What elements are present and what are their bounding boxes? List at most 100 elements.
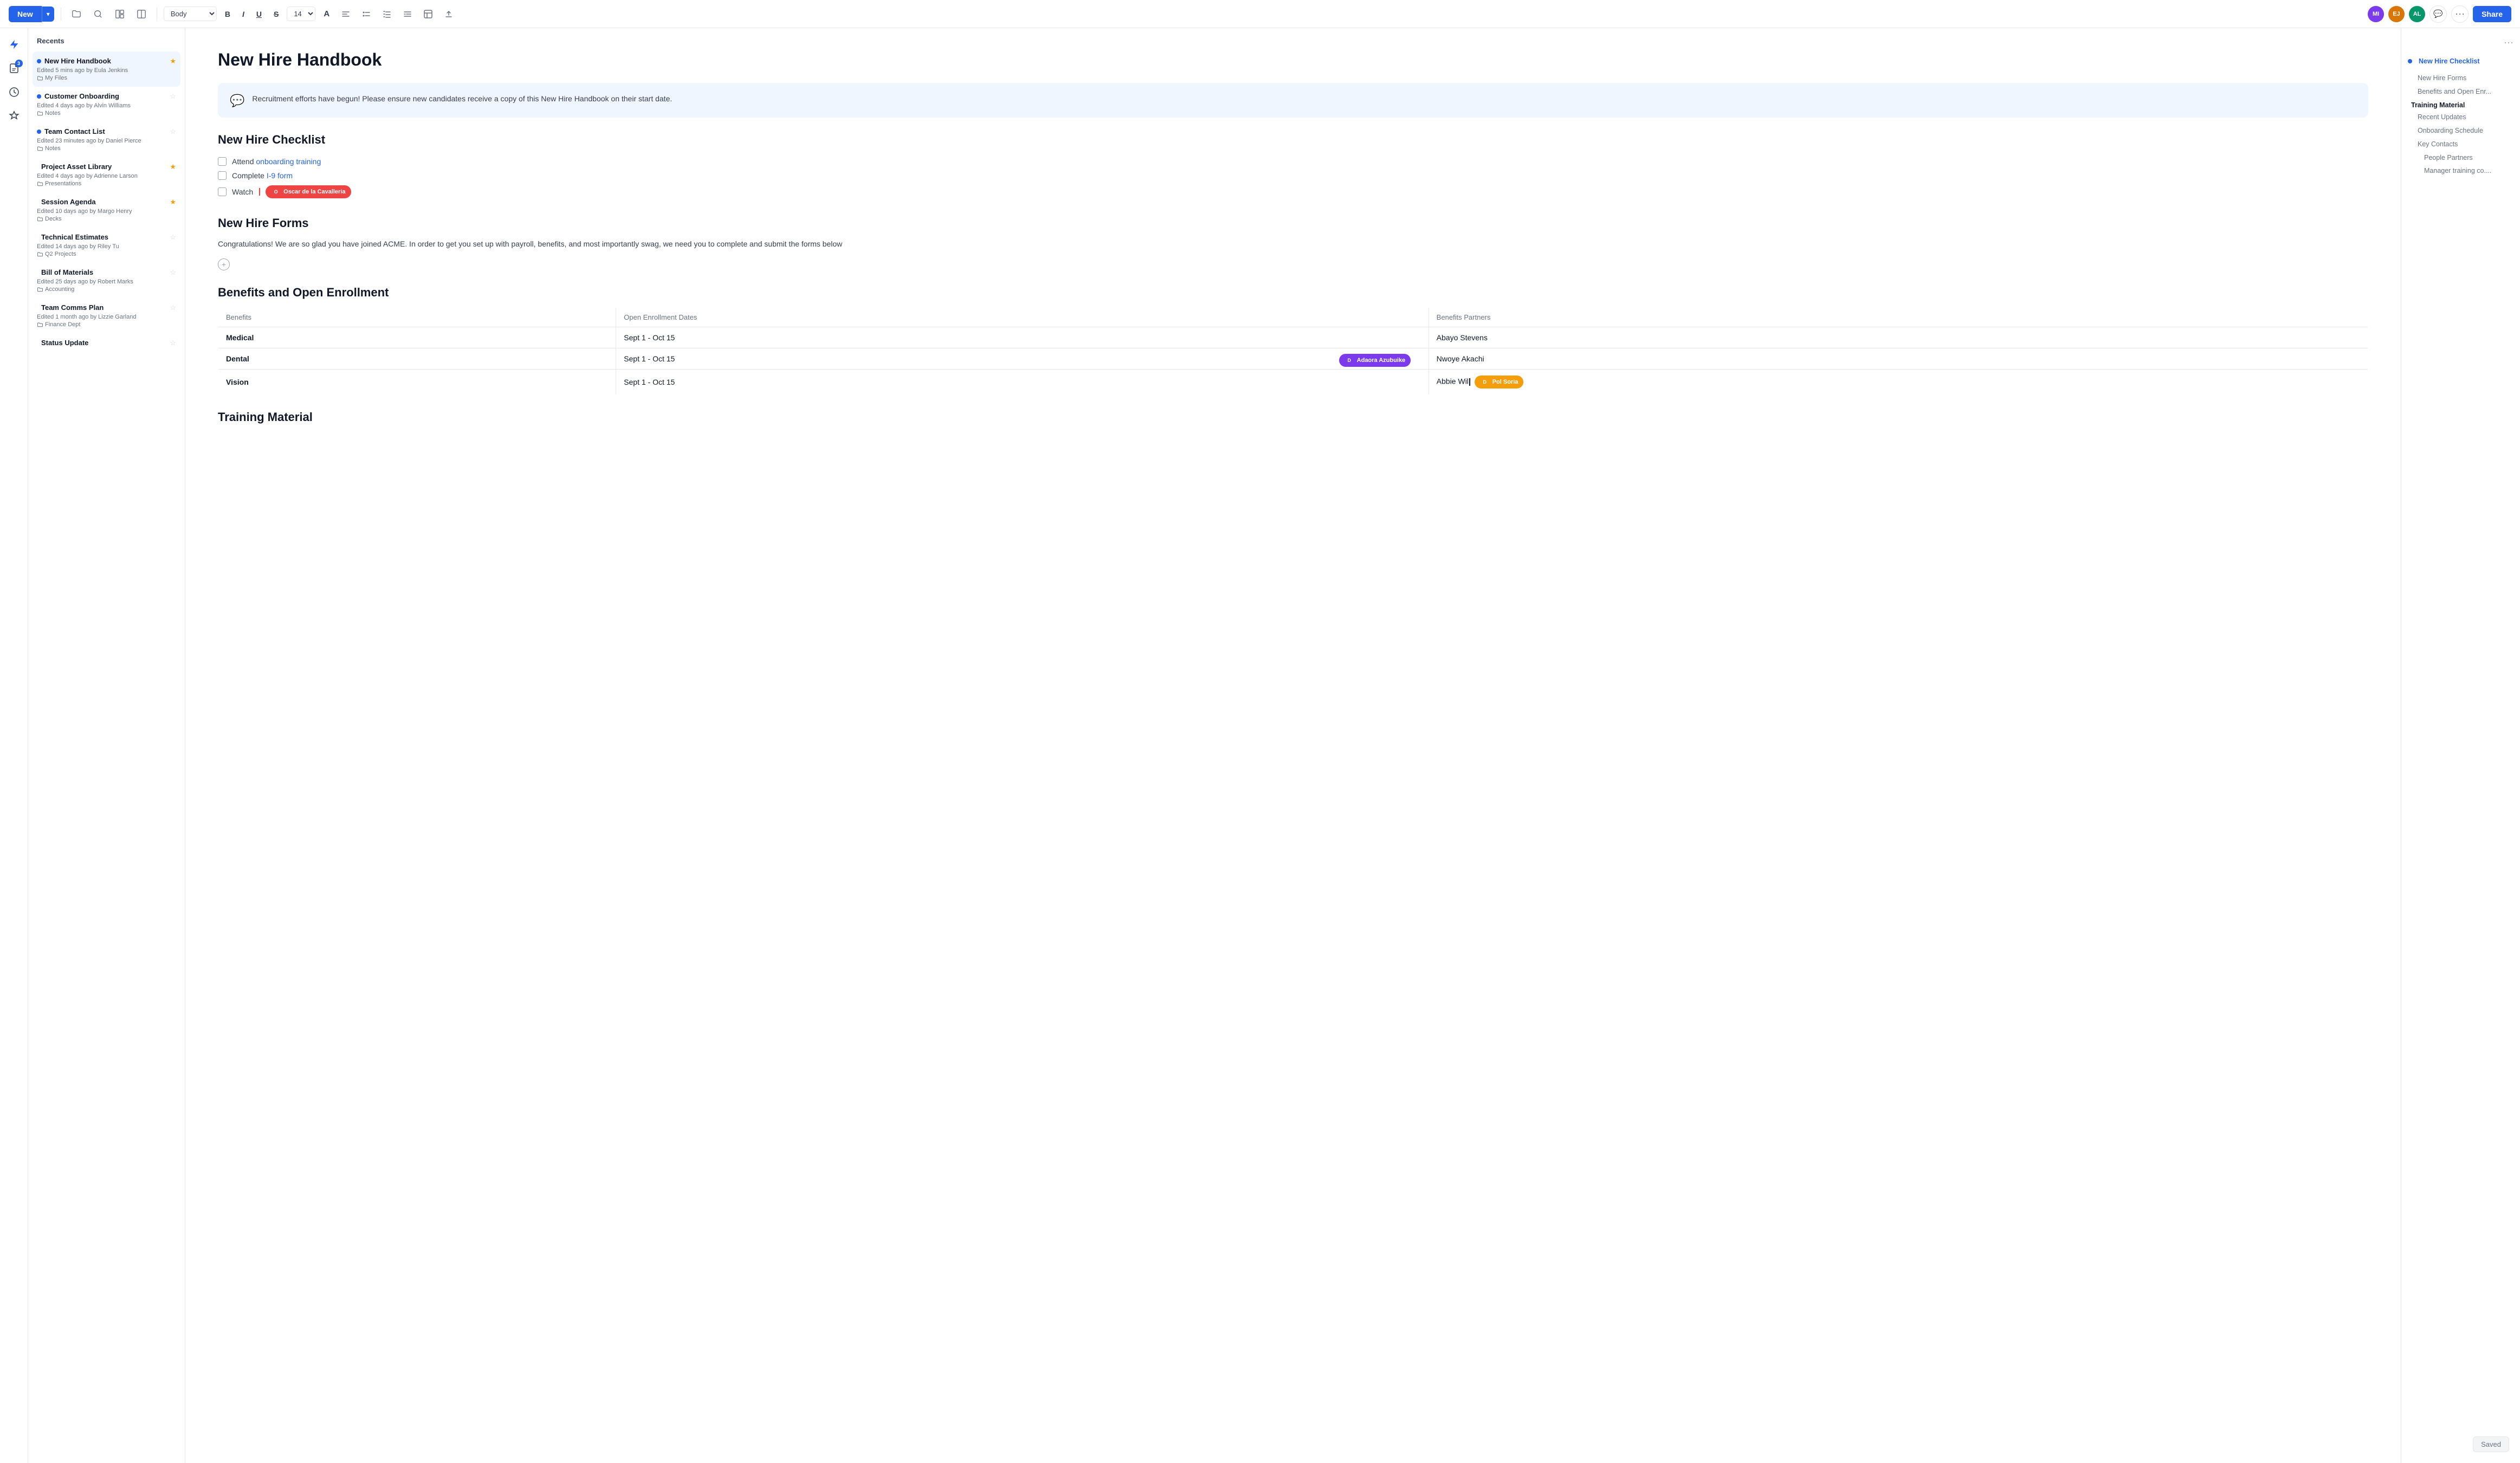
outline-item-forms[interactable]: New Hire Forms: [2408, 72, 2513, 85]
format-select[interactable]: Body Heading 1 Heading 2 Heading 3: [164, 7, 217, 21]
active-dot: [37, 94, 41, 99]
font-color-button[interactable]: A: [320, 7, 333, 21]
checklist-item-2: Complete I-9 form: [218, 169, 2368, 183]
clock-icon-button[interactable]: [4, 82, 24, 102]
outline-section-training: Training Material: [2408, 98, 2513, 111]
recent-item[interactable]: Bill of Materials ☆ Edited 25 days ago b…: [28, 263, 185, 298]
recent-item-star[interactable]: ★: [170, 163, 176, 171]
docs-icon-button[interactable]: 3: [4, 59, 24, 78]
recent-item-star-empty[interactable]: ☆: [170, 127, 176, 136]
cell-dental-dates: Sept 1 - Oct 15: [616, 348, 1429, 370]
recent-item[interactable]: Session Agenda ★ Edited 10 days ago by M…: [28, 192, 185, 228]
recent-item-name: Team Comms Plan: [41, 303, 170, 312]
new-dropdown-button[interactable]: ▾: [42, 7, 54, 22]
checkbox-3[interactable]: [218, 187, 227, 196]
checklist: Attend onboarding training Complete I-9 …: [218, 154, 2368, 201]
indent-icon: [403, 10, 412, 18]
recent-item-meta: Edited 1 month ago by Lizzie Garland: [37, 314, 176, 320]
recent-item-star-empty[interactable]: ☆: [170, 92, 176, 101]
recent-item-star[interactable]: ★: [170, 198, 176, 206]
outline-item-benefits[interactable]: Benefits and Open Enr...: [2408, 85, 2513, 99]
recent-item-folder: Accounting: [37, 286, 176, 293]
numbered-list-button[interactable]: [379, 7, 395, 21]
recent-item-star-empty[interactable]: ☆: [170, 303, 176, 312]
layout-icon-button[interactable]: [111, 7, 128, 22]
recent-item-folder: Notes: [37, 110, 176, 116]
col-benefits: Benefits: [218, 308, 616, 327]
outline-item-onboarding-schedule[interactable]: Onboarding Schedule: [2408, 124, 2513, 138]
bullet-list-icon: [362, 10, 371, 18]
content-area: New Hire Handbook 💬 Recruitment efforts …: [185, 28, 2401, 1463]
recent-item-star-empty[interactable]: ☆: [170, 268, 176, 277]
folder-icon: [37, 321, 43, 328]
recent-item-folder: Presentations: [37, 180, 176, 187]
bullet-list-button[interactable]: [358, 7, 374, 21]
recent-item[interactable]: Status Update ☆: [28, 333, 185, 353]
outline-item-people-partners[interactable]: People Partners: [2408, 151, 2513, 165]
recent-item[interactable]: Team Comms Plan ☆ Edited 1 month ago by …: [28, 298, 185, 333]
checklist-text-2: Complete I-9 form: [232, 171, 293, 180]
recent-item[interactable]: Project Asset Library ★ Edited 4 days ag…: [28, 157, 185, 192]
checkbox-2[interactable]: [218, 171, 227, 180]
strikethrough-button[interactable]: S: [270, 7, 282, 21]
recent-item-star[interactable]: ★: [170, 57, 176, 66]
checklist-item-3: Watch O Oscar de la Cavalleria: [218, 183, 2368, 201]
onboarding-training-link[interactable]: onboarding training: [256, 157, 321, 166]
cursor-oscar-avatar: O: [271, 187, 281, 197]
i9-form-link[interactable]: I-9 form: [267, 171, 293, 180]
font-size-select[interactable]: 14121618: [287, 7, 315, 21]
avatar-photo: EJ: [2388, 6, 2405, 22]
recent-item-star-empty[interactable]: ☆: [170, 339, 176, 347]
app-logo-button[interactable]: [4, 35, 24, 54]
cell-dental-partner: Nwoye Akachi: [1429, 348, 2368, 370]
outline-dot: [2408, 59, 2412, 63]
bold-button[interactable]: B: [221, 7, 234, 21]
training-heading: Training Material: [218, 410, 2368, 424]
table-button[interactable]: [420, 7, 436, 21]
folder-icon-button[interactable]: [68, 7, 85, 22]
recent-item-star-empty[interactable]: ☆: [170, 233, 176, 242]
indent-button[interactable]: [399, 7, 416, 21]
recents-title: Recents: [28, 37, 185, 51]
folder-icon: [37, 110, 43, 116]
table-body: Medical Sept 1 - Oct 15 Abayo Stevens De…: [218, 327, 2368, 395]
recent-item[interactable]: New Hire Handbook ★ Edited 5 mins ago by…: [33, 51, 180, 87]
recent-item-name: Customer Onboarding: [44, 92, 170, 100]
announcement-box: 💬 Recruitment efforts have begun! Please…: [218, 83, 2368, 118]
align-button[interactable]: [338, 7, 354, 21]
outline-item-manager-training[interactable]: Manager training co....: [2408, 164, 2513, 178]
announcement-text: Recruitment efforts have begun! Please e…: [252, 93, 672, 105]
outline-item-key-contacts[interactable]: Key Contacts: [2408, 138, 2513, 151]
add-row: +: [218, 258, 2368, 270]
star-icon-button[interactable]: [4, 106, 24, 126]
checkbox-1[interactable]: [218, 157, 227, 166]
cell-vision-dates: Sept 1 - Oct 15: [616, 370, 1429, 395]
outline-item-checklist[interactable]: New Hire Checklist: [2415, 55, 2483, 68]
more-formats-button[interactable]: [441, 7, 457, 21]
comments-button[interactable]: 💬: [2429, 5, 2447, 23]
checklist-text-1: Attend onboarding training: [232, 157, 321, 166]
italic-button[interactable]: I: [238, 7, 248, 21]
outline-more-button[interactable]: ···: [2504, 37, 2513, 48]
recent-item[interactable]: Technical Estimates ☆ Edited 14 days ago…: [28, 228, 185, 263]
checklist-text-3: Watch: [232, 187, 253, 196]
share-button[interactable]: Share: [2473, 6, 2511, 22]
sidebar-icons: 3: [0, 28, 28, 1463]
forms-heading: New Hire Forms: [218, 216, 2368, 230]
clock-icon: [9, 87, 20, 98]
underline-button[interactable]: U: [253, 7, 266, 21]
recent-item[interactable]: Customer Onboarding ☆ Edited 4 days ago …: [28, 87, 185, 122]
split-icon-button[interactable]: [133, 7, 150, 22]
numbered-list-icon: [383, 10, 391, 18]
recent-item[interactable]: Team Contact List ☆ Edited 23 minutes ag…: [28, 122, 185, 157]
folder-icon: [72, 9, 81, 19]
new-button[interactable]: New: [9, 6, 42, 22]
search-icon-button[interactable]: [89, 7, 107, 22]
active-dot: [37, 130, 41, 134]
add-content-button[interactable]: +: [218, 258, 230, 270]
more-options-button[interactable]: ···: [2451, 5, 2469, 23]
table-row-medical: Medical Sept 1 - Oct 15 Abayo Stevens: [218, 327, 2368, 348]
outline-item-recent-updates[interactable]: Recent Updates: [2408, 111, 2513, 124]
recent-item-folder: Q2 Projects: [37, 251, 176, 257]
recent-item-folder: My Files: [37, 75, 176, 81]
